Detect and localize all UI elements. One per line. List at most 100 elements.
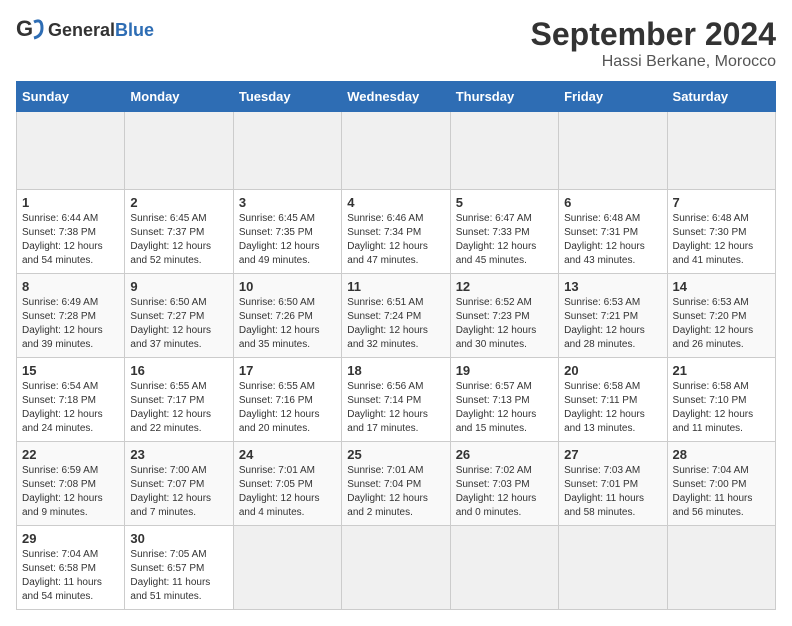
sunrise-text: Sunrise: 7:04 AM	[22, 549, 98, 560]
calendar-cell: 2 Sunrise: 6:45 AM Sunset: 7:37 PM Dayli…	[125, 190, 233, 274]
day-number: 6	[564, 195, 661, 210]
calendar-cell: 26 Sunrise: 7:02 AM Sunset: 7:03 PM Dayl…	[450, 442, 558, 526]
day-number: 5	[456, 195, 553, 210]
sunrise-text: Sunrise: 6:59 AM	[22, 465, 98, 476]
sunset-text: Sunset: 7:04 PM	[347, 479, 421, 490]
day-info: Sunrise: 6:47 AM Sunset: 7:33 PM Dayligh…	[456, 212, 553, 268]
sunrise-text: Sunrise: 6:53 AM	[673, 297, 749, 308]
daylight-text: Daylight: 12 hours and 30 minutes.	[456, 325, 537, 350]
sunrise-text: Sunrise: 6:46 AM	[347, 213, 423, 224]
daylight-text: Daylight: 12 hours and 9 minutes.	[22, 493, 103, 518]
day-number: 22	[22, 447, 119, 462]
day-info: Sunrise: 7:01 AM Sunset: 7:04 PM Dayligh…	[347, 464, 444, 520]
day-info: Sunrise: 7:04 AM Sunset: 6:58 PM Dayligh…	[22, 548, 119, 604]
logo-general-text: General	[48, 20, 115, 41]
day-number: 30	[130, 531, 227, 546]
calendar-cell	[125, 112, 233, 190]
sunrise-text: Sunrise: 7:00 AM	[130, 465, 206, 476]
sunrise-text: Sunrise: 6:50 AM	[239, 297, 315, 308]
calendar-cell: 1 Sunrise: 6:44 AM Sunset: 7:38 PM Dayli…	[17, 190, 125, 274]
calendar-cell: 9 Sunrise: 6:50 AM Sunset: 7:27 PM Dayli…	[125, 274, 233, 358]
calendar-cell: 22 Sunrise: 6:59 AM Sunset: 7:08 PM Dayl…	[17, 442, 125, 526]
page-header: G General Blue September 2024 Hassi Berk…	[16, 16, 776, 71]
sunrise-text: Sunrise: 6:45 AM	[130, 213, 206, 224]
sunset-text: Sunset: 7:17 PM	[130, 395, 204, 406]
day-number: 18	[347, 363, 444, 378]
calendar-cell: 4 Sunrise: 6:46 AM Sunset: 7:34 PM Dayli…	[342, 190, 450, 274]
day-number: 23	[130, 447, 227, 462]
sunrise-text: Sunrise: 6:48 AM	[673, 213, 749, 224]
calendar-cell	[667, 526, 775, 610]
daylight-text: Daylight: 12 hours and 4 minutes.	[239, 493, 320, 518]
logo-icon: G	[16, 16, 44, 44]
calendar-week-row: 8 Sunrise: 6:49 AM Sunset: 7:28 PM Dayli…	[17, 274, 776, 358]
sunset-text: Sunset: 7:27 PM	[130, 311, 204, 322]
calendar-cell: 16 Sunrise: 6:55 AM Sunset: 7:17 PM Dayl…	[125, 358, 233, 442]
daylight-text: Daylight: 12 hours and 52 minutes.	[130, 241, 211, 266]
calendar-cell	[233, 112, 341, 190]
calendar-cell: 29 Sunrise: 7:04 AM Sunset: 6:58 PM Dayl…	[17, 526, 125, 610]
sunrise-text: Sunrise: 6:55 AM	[130, 381, 206, 392]
day-number: 16	[130, 363, 227, 378]
sunrise-text: Sunrise: 6:54 AM	[22, 381, 98, 392]
calendar-cell: 6 Sunrise: 6:48 AM Sunset: 7:31 PM Dayli…	[559, 190, 667, 274]
daylight-text: Daylight: 12 hours and 45 minutes.	[456, 241, 537, 266]
calendar-cell: 3 Sunrise: 6:45 AM Sunset: 7:35 PM Dayli…	[233, 190, 341, 274]
day-info: Sunrise: 6:53 AM Sunset: 7:20 PM Dayligh…	[673, 296, 770, 352]
sunrise-text: Sunrise: 7:03 AM	[564, 465, 640, 476]
sunset-text: Sunset: 7:10 PM	[673, 395, 747, 406]
daylight-text: Daylight: 12 hours and 7 minutes.	[130, 493, 211, 518]
calendar-cell: 28 Sunrise: 7:04 AM Sunset: 7:00 PM Dayl…	[667, 442, 775, 526]
daylight-text: Daylight: 12 hours and 37 minutes.	[130, 325, 211, 350]
daylight-text: Daylight: 11 hours and 54 minutes.	[22, 577, 102, 602]
day-info: Sunrise: 7:04 AM Sunset: 7:00 PM Dayligh…	[673, 464, 770, 520]
day-number: 11	[347, 279, 444, 294]
sunset-text: Sunset: 7:26 PM	[239, 311, 313, 322]
calendar-week-row: 29 Sunrise: 7:04 AM Sunset: 6:58 PM Dayl…	[17, 526, 776, 610]
daylight-text: Daylight: 12 hours and 39 minutes.	[22, 325, 103, 350]
calendar-cell: 27 Sunrise: 7:03 AM Sunset: 7:01 PM Dayl…	[559, 442, 667, 526]
sunrise-text: Sunrise: 6:48 AM	[564, 213, 640, 224]
calendar-cell	[450, 526, 558, 610]
daylight-text: Daylight: 12 hours and 49 minutes.	[239, 241, 320, 266]
sunset-text: Sunset: 7:28 PM	[22, 311, 96, 322]
day-info: Sunrise: 6:58 AM Sunset: 7:11 PM Dayligh…	[564, 380, 661, 436]
location-title: Hassi Berkane, Morocco	[531, 53, 776, 71]
sunset-text: Sunset: 7:13 PM	[456, 395, 530, 406]
day-number: 28	[673, 447, 770, 462]
calendar-cell: 13 Sunrise: 6:53 AM Sunset: 7:21 PM Dayl…	[559, 274, 667, 358]
daylight-text: Daylight: 12 hours and 0 minutes.	[456, 493, 537, 518]
sunrise-text: Sunrise: 7:04 AM	[673, 465, 749, 476]
day-number: 3	[239, 195, 336, 210]
sunset-text: Sunset: 7:11 PM	[564, 395, 637, 406]
calendar-week-row	[17, 112, 776, 190]
sunrise-text: Sunrise: 6:47 AM	[456, 213, 532, 224]
sunrise-text: Sunrise: 6:45 AM	[239, 213, 315, 224]
day-info: Sunrise: 7:02 AM Sunset: 7:03 PM Dayligh…	[456, 464, 553, 520]
day-info: Sunrise: 6:54 AM Sunset: 7:18 PM Dayligh…	[22, 380, 119, 436]
daylight-text: Daylight: 12 hours and 32 minutes.	[347, 325, 428, 350]
day-number: 21	[673, 363, 770, 378]
daylight-text: Daylight: 12 hours and 24 minutes.	[22, 409, 103, 434]
calendar-cell	[559, 526, 667, 610]
sunset-text: Sunset: 7:07 PM	[130, 479, 204, 490]
sunset-text: Sunset: 7:34 PM	[347, 227, 421, 238]
logo-blue-text: Blue	[115, 20, 154, 41]
weekday-header-row: SundayMondayTuesdayWednesdayThursdayFrid…	[17, 82, 776, 112]
day-info: Sunrise: 6:44 AM Sunset: 7:38 PM Dayligh…	[22, 212, 119, 268]
sunrise-text: Sunrise: 7:01 AM	[239, 465, 315, 476]
calendar-cell: 20 Sunrise: 6:58 AM Sunset: 7:11 PM Dayl…	[559, 358, 667, 442]
weekday-header-saturday: Saturday	[667, 82, 775, 112]
logo: G General Blue	[16, 16, 154, 44]
calendar-cell: 14 Sunrise: 6:53 AM Sunset: 7:20 PM Dayl…	[667, 274, 775, 358]
weekday-header-wednesday: Wednesday	[342, 82, 450, 112]
calendar-cell	[450, 112, 558, 190]
day-info: Sunrise: 6:45 AM Sunset: 7:37 PM Dayligh…	[130, 212, 227, 268]
daylight-text: Daylight: 12 hours and 28 minutes.	[564, 325, 645, 350]
daylight-text: Daylight: 12 hours and 43 minutes.	[564, 241, 645, 266]
day-number: 24	[239, 447, 336, 462]
day-number: 15	[22, 363, 119, 378]
sunset-text: Sunset: 7:30 PM	[673, 227, 747, 238]
day-number: 19	[456, 363, 553, 378]
calendar-cell: 21 Sunrise: 6:58 AM Sunset: 7:10 PM Dayl…	[667, 358, 775, 442]
